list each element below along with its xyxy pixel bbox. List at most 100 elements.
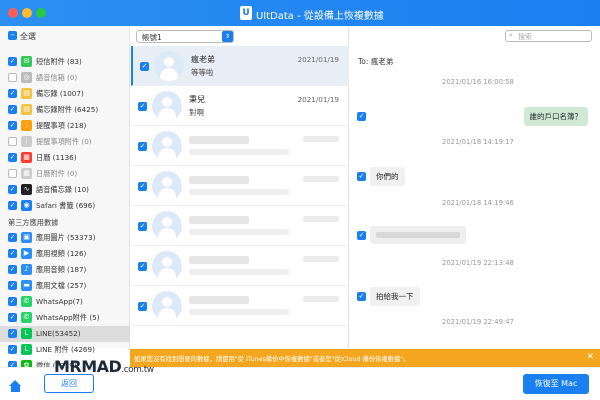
sidebar-item[interactable]: ▦ 日曆 (1136): [0, 150, 130, 166]
item-checkbox[interactable]: [8, 89, 17, 98]
item-checkbox[interactable]: [8, 297, 17, 306]
sidebar-item[interactable]: ◎ 語音信箱 (0): [0, 70, 130, 86]
close-window-button[interactable]: [8, 8, 18, 18]
item-checkbox[interactable]: [8, 153, 17, 162]
conversation-date: 2021/01/19: [297, 55, 339, 64]
watermark-logo: MRMAD.com.tw: [54, 357, 154, 376]
conversation-row[interactable]: [131, 126, 349, 166]
conversation-row[interactable]: [131, 206, 349, 246]
message-timestamp: 2021/01/19 22:49:47: [442, 318, 514, 326]
sidebar-item[interactable]: ▶ 應用視頻 (126): [0, 246, 130, 262]
category-sidebar: 全選 ✉ 短信附件 (83) ◎ 語音信箱 (0) ▤ 備忘錄 (1007) ▤ 備忘錄附件 …: [0, 26, 130, 371]
conversation-checkbox[interactable]: [138, 102, 147, 111]
item-checkbox[interactable]: [8, 57, 17, 66]
category-list: ✉ 短信附件 (83) ◎ 語音信箱 (0) ▤ 備忘錄 (1007) ▤ 備忘錄附件 (64…: [0, 54, 130, 374]
blurred-preview: [189, 309, 289, 315]
sidebar-item[interactable]: L LINE(53452): [0, 326, 130, 342]
sidebar-item-label: 提醒事項 (218): [36, 121, 87, 130]
conversation-checkbox[interactable]: [138, 182, 147, 191]
item-checkbox[interactable]: [8, 105, 17, 114]
notes-icon: ▤: [21, 88, 32, 99]
conversation-row[interactable]: 秉兒對啊 2021/01/19: [131, 86, 349, 126]
conversation-row[interactable]: 瘋老弟等等啦 2021/01/19: [131, 46, 349, 86]
item-checkbox[interactable]: [8, 265, 17, 274]
message-checkbox[interactable]: [357, 112, 366, 121]
hint-banner-text: 如果您沒有找到想要的數據，請使用"從 iTunes備份中恢複數據"或者是"從iC…: [134, 356, 410, 363]
sidebar-item[interactable]: ⋮ 提醒事項 (218): [0, 118, 130, 134]
sidebar-item[interactable]: ▤ 備忘錄附件 (6425): [0, 102, 130, 118]
sidebar-item[interactable]: ▣ 應用圖片 (53373): [0, 230, 130, 246]
app-videos-icon: ▶: [21, 248, 32, 259]
conversation-checkbox[interactable]: [140, 62, 149, 71]
avatar-body: [158, 268, 176, 281]
app-window: U UltData - 從設備上恢複數據 全選 ✉ 短信附件 (83) ◎ 語音信箱 …: [0, 0, 600, 400]
item-checkbox[interactable]: [8, 73, 17, 82]
conversation-name: 瘋老弟: [191, 55, 215, 64]
select-all-checkbox[interactable]: [8, 31, 17, 40]
sidebar-item[interactable]: ✆ WhatsApp(7): [0, 294, 130, 310]
avatar-body: [158, 148, 176, 161]
item-checkbox[interactable]: [8, 233, 17, 242]
close-icon[interactable]: ✕: [586, 352, 594, 362]
conversation-checkbox[interactable]: [138, 302, 147, 311]
blurred-date: [303, 296, 339, 302]
item-checkbox[interactable]: [8, 329, 17, 338]
hint-banner: 如果您沒有找到想要的數據，請使用"從 iTunes備份中恢複數據"或者是"從iC…: [130, 349, 600, 367]
select-all-row[interactable]: 全選: [0, 26, 130, 46]
item-checkbox[interactable]: [8, 201, 17, 210]
safari-icon: ◉: [21, 200, 32, 211]
zoom-window-button[interactable]: [36, 8, 46, 18]
sidebar-item[interactable]: ✉ 短信附件 (83): [0, 54, 130, 70]
message-checkbox[interactable]: [357, 172, 366, 181]
conversation-checkbox[interactable]: [138, 142, 147, 151]
sidebar-item[interactable]: L LINE 附件 (4269): [0, 342, 130, 358]
conversation-row[interactable]: [131, 246, 349, 286]
avatar-head: [162, 257, 172, 267]
restore-to-mac-button[interactable]: 恢復至 Mac: [523, 374, 589, 394]
sidebar-item[interactable]: ⋮ 提醒事項附件 (0): [0, 134, 130, 150]
item-checkbox[interactable]: [8, 185, 17, 194]
conversation-row[interactable]: [131, 166, 349, 206]
blurred-name: [189, 176, 249, 184]
search-input[interactable]: ⌕ 搜索: [505, 30, 592, 42]
minimize-window-button[interactable]: [22, 8, 32, 18]
message-checkbox[interactable]: [357, 231, 366, 240]
watermark-text: MRMAD: [54, 357, 122, 376]
sidebar-item[interactable]: ✆ WhatsApp附件 (5): [0, 310, 130, 326]
sidebar-item[interactable]: ◉ Safari 書籤 (696): [0, 198, 130, 214]
avatar-head: [162, 97, 172, 107]
item-checkbox[interactable]: [8, 121, 17, 130]
recipient-line: To: 瘋老弟: [358, 57, 394, 66]
item-checkbox[interactable]: [8, 249, 17, 258]
sidebar-item-label: 日曆 (1136): [36, 153, 77, 162]
avatar-body: [158, 188, 176, 201]
conversation-checkbox[interactable]: [138, 262, 147, 271]
item-checkbox[interactable]: [8, 281, 17, 290]
sidebar-item[interactable]: ▤ 備忘錄 (1007): [0, 86, 130, 102]
item-checkbox[interactable]: [8, 345, 17, 354]
sidebar-item-label: 語音備忘錄 (10): [36, 185, 89, 194]
sidebar-item-label: 語音信箱 (0): [36, 73, 78, 82]
item-checkbox[interactable]: [8, 137, 17, 146]
item-checkbox[interactable]: [8, 313, 17, 322]
item-checkbox[interactable]: [8, 169, 17, 178]
outgoing-message: 誰的戶口名簿？: [523, 107, 588, 126]
message-checkbox[interactable]: [357, 292, 366, 301]
back-button[interactable]: 返回: [44, 374, 94, 393]
conversation-row[interactable]: [131, 286, 349, 326]
sidebar-item-label: WhatsApp附件 (5): [36, 313, 100, 322]
sidebar-item[interactable]: ▦ 日曆附件 (0): [0, 166, 130, 182]
avatar-icon: [152, 171, 182, 201]
home-icon[interactable]: [9, 380, 22, 392]
account-select[interactable]: 帳號1 ⇕: [136, 30, 234, 43]
conversation-checkbox[interactable]: [138, 222, 147, 231]
avatar-icon: [152, 91, 182, 121]
incoming-message: 你們的: [370, 167, 405, 186]
app-photos-icon: ▣: [21, 232, 32, 243]
sidebar-item[interactable]: ♪ 應用音頻 (187): [0, 262, 130, 278]
sidebar-item[interactable]: ▬ 應用文檔 (257): [0, 278, 130, 294]
search-icon: ⌕: [509, 31, 513, 39]
avatar-icon: [152, 131, 182, 161]
message-timestamp: 2021/01/18 14:19:17: [442, 138, 514, 146]
sidebar-item[interactable]: ∿ 語音備忘錄 (10): [0, 182, 130, 198]
